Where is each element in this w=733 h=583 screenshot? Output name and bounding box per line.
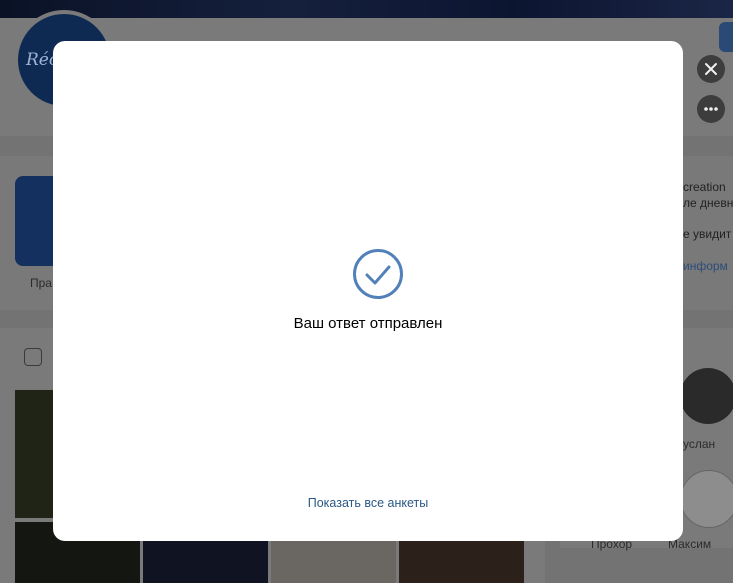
check-circle-icon [353, 249, 403, 299]
show-all-forms-link[interactable]: Показать все анкеты [53, 496, 683, 510]
success-message: Ваш ответ отправлен [293, 315, 443, 332]
more-button[interactable] [697, 95, 725, 123]
close-button[interactable] [697, 55, 725, 83]
info-line-3: е увидит [683, 227, 732, 241]
header-action-button[interactable] [719, 22, 733, 52]
friend-avatar[interactable] [680, 470, 733, 528]
info-line-1: creation [683, 180, 726, 194]
poll-result-modal: Ваш ответ отправлен Показать все анкеты [53, 41, 683, 541]
close-icon [705, 63, 717, 75]
friend-avatar[interactable] [680, 368, 733, 424]
photo-icon [24, 348, 42, 366]
more-icon [704, 107, 718, 111]
cover-image [0, 0, 733, 18]
app-tile-caption: Пра [30, 276, 52, 290]
friend-name[interactable]: услан [683, 437, 715, 451]
info-link[interactable]: информ [683, 259, 728, 273]
info-line-2: ле дневн [683, 196, 733, 210]
